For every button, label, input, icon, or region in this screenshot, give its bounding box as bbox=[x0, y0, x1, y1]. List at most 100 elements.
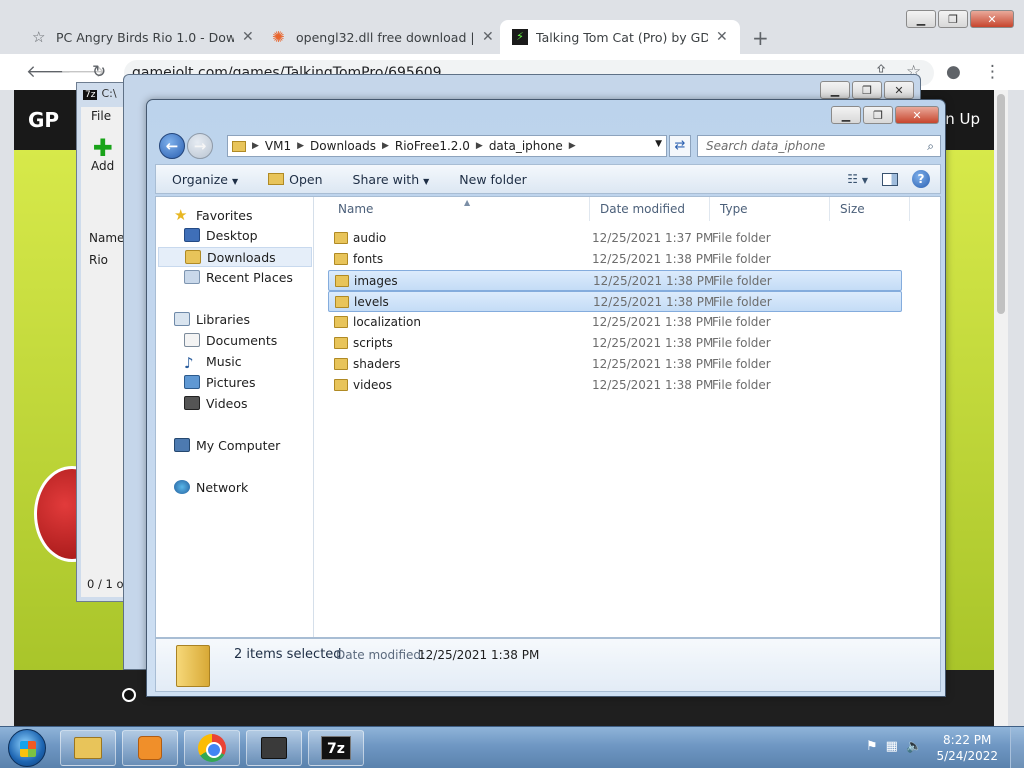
file-name: levels bbox=[354, 295, 389, 309]
help-icon[interactable]: ? bbox=[912, 170, 930, 188]
search-placeholder: Search data_iphone bbox=[706, 139, 826, 153]
volume-icon[interactable]: 🔈 bbox=[906, 739, 922, 754]
refresh-button[interactable]: ⇄ bbox=[669, 135, 691, 157]
share-with-button[interactable]: Share with ▼ bbox=[353, 172, 430, 187]
system-tray: ⚑ ▦ 🔈 bbox=[866, 739, 922, 754]
add-button[interactable]: ✚ Add bbox=[91, 136, 114, 173]
network-tray-icon[interactable]: ▦ bbox=[886, 739, 898, 754]
nav-recent-places[interactable]: Recent Places bbox=[184, 268, 293, 288]
menu-file[interactable]: File bbox=[91, 109, 111, 123]
file-date: 12/25/2021 1:38 PM bbox=[592, 336, 714, 350]
list-item[interactable]: localization 12/25/2021 1:38 PM File folde… bbox=[328, 312, 902, 333]
window-path: C:\ bbox=[101, 87, 117, 100]
search-input[interactable]: Search data_iphone ⌕ bbox=[697, 135, 941, 157]
breadcrumb-item[interactable]: VM1 bbox=[265, 139, 291, 153]
start-button[interactable] bbox=[8, 729, 46, 767]
minimize-button[interactable]: ▁ bbox=[820, 81, 850, 99]
breadcrumb[interactable]: ▶ VM1 ▶ Downloads ▶ RioFree1.2.0 ▶ data_… bbox=[227, 135, 667, 157]
profile-icon[interactable]: ● bbox=[946, 62, 961, 82]
preview-pane-icon[interactable] bbox=[882, 172, 898, 186]
reload-icon[interactable]: ↻ bbox=[92, 62, 106, 82]
taskbar-explorer[interactable] bbox=[60, 730, 116, 766]
nav-desktop[interactable]: Desktop bbox=[184, 226, 258, 246]
list-item[interactable]: images 12/25/2021 1:38 PM File folder bbox=[328, 270, 902, 291]
maximize-button[interactable]: ❐ bbox=[852, 81, 882, 99]
site-logo[interactable]: GP bbox=[28, 108, 59, 132]
chevron-down-icon: ▼ bbox=[232, 176, 239, 186]
column-header-name[interactable]: Name ▲ bbox=[328, 197, 590, 221]
chevron-right-icon[interactable]: ▶ bbox=[297, 141, 304, 151]
page-scrollbar[interactable] bbox=[994, 90, 1008, 726]
tab-title: opengl32.dll free download | DLL bbox=[296, 29, 474, 45]
nav-my-computer[interactable]: My Computer bbox=[174, 436, 280, 456]
tab-opengl[interactable]: ✺ opengl32.dll free download | DLL ✕ bbox=[260, 20, 506, 54]
nav-libraries[interactable]: Libraries bbox=[174, 310, 250, 330]
new-tab-button[interactable]: + bbox=[752, 26, 769, 50]
nav-videos[interactable]: Videos bbox=[184, 394, 248, 414]
chevron-right-icon[interactable]: ▶ bbox=[476, 141, 483, 151]
list-item[interactable]: scripts 12/25/2021 1:38 PM File folder bbox=[328, 333, 902, 354]
file-type: File folder bbox=[712, 252, 771, 266]
nav-network[interactable]: Network bbox=[174, 478, 248, 498]
clock[interactable]: 8:22 PM 5/24/2022 bbox=[936, 732, 998, 764]
file-date: 12/25/2021 1:38 PM bbox=[592, 378, 714, 392]
back-button[interactable]: ← bbox=[159, 133, 185, 159]
chevron-right-icon[interactable]: ▶ bbox=[382, 141, 389, 151]
show-desktop-button[interactable] bbox=[1010, 727, 1024, 768]
list-item[interactable]: shaders 12/25/2021 1:38 PM File folder bbox=[328, 354, 902, 375]
nav-downloads[interactable]: Downloads bbox=[158, 247, 312, 267]
taskbar-media-player[interactable] bbox=[122, 730, 178, 766]
breadcrumb-item[interactable]: Downloads bbox=[310, 139, 376, 153]
list-item[interactable]: levels 12/25/2021 1:38 PM File folder bbox=[328, 291, 902, 312]
chevron-right-icon[interactable]: ▶ bbox=[569, 141, 576, 151]
close-icon[interactable]: ✕ bbox=[482, 29, 494, 45]
breadcrumb-item[interactable]: RioFree1.2.0 bbox=[395, 139, 470, 153]
minimize-button[interactable]: ▁ bbox=[906, 10, 936, 28]
list-item[interactable]: fonts 12/25/2021 1:38 PM File folder bbox=[328, 249, 902, 270]
column-header-size[interactable]: Size bbox=[830, 197, 910, 221]
list-item[interactable]: videos 12/25/2021 1:38 PM File folder bbox=[328, 375, 902, 396]
taskbar-7zip[interactable]: 7z bbox=[308, 730, 364, 766]
close-icon[interactable]: ✕ bbox=[716, 29, 728, 45]
scrollbar-thumb[interactable] bbox=[997, 94, 1005, 314]
mouse-cursor-icon bbox=[122, 688, 136, 702]
tab-angry-birds[interactable]: ☆ PC Angry Birds Rio 1.0 - Downloa ✕ bbox=[20, 20, 266, 54]
menu-dots-icon[interactable]: ⋮ bbox=[984, 62, 1001, 82]
close-icon[interactable]: ✕ bbox=[242, 29, 254, 45]
breadcrumb-item[interactable]: data_iphone bbox=[489, 139, 563, 153]
forward-button[interactable]: → bbox=[187, 133, 213, 159]
nav-documents[interactable]: Documents bbox=[184, 331, 277, 351]
close-button[interactable]: ✕ bbox=[884, 81, 914, 99]
column-name-header[interactable]: Name bbox=[89, 231, 124, 245]
minimize-button[interactable]: ▁ bbox=[831, 106, 861, 124]
file-list: Name ▲ Date modified Type Size audio 12/2… bbox=[316, 197, 940, 637]
maximize-button[interactable]: ❐ bbox=[863, 106, 893, 124]
action-center-flag-icon[interactable]: ⚑ bbox=[866, 739, 878, 754]
explorer-window: ▁ ❐ ✕ ← → ▶ VM1 ▶ Downloads ▶ RioFree1.2… bbox=[146, 99, 946, 697]
date-modified-value: 12/25/2021 1:38 PM bbox=[418, 648, 540, 662]
close-button[interactable]: ✕ bbox=[895, 106, 939, 124]
list-item[interactable]: audio 12/25/2021 1:37 PM File folder bbox=[328, 228, 902, 249]
details-pane: 2 items selected Date modified: 12/25/20… bbox=[155, 638, 941, 692]
new-folder-button[interactable]: New folder bbox=[459, 172, 527, 187]
column-header-type[interactable]: Type bbox=[710, 197, 830, 221]
nav-pictures[interactable]: Pictures bbox=[184, 373, 256, 393]
open-button[interactable]: Open bbox=[268, 172, 323, 187]
organize-button[interactable]: Organize ▼ bbox=[172, 172, 238, 187]
close-button[interactable]: ✕ bbox=[970, 10, 1014, 28]
view-options-icon[interactable]: ☷ ▼ bbox=[847, 172, 868, 186]
taskbar-chrome[interactable] bbox=[184, 730, 240, 766]
column-header-date[interactable]: Date modified bbox=[590, 197, 710, 221]
search-icon[interactable]: ⌕ bbox=[927, 136, 934, 156]
tab-talking-tom[interactable]: ⚡ Talking Tom Cat (Pro) by GDGC - ✕ bbox=[500, 20, 740, 54]
chevron-right-icon[interactable]: ▶ bbox=[252, 141, 259, 151]
chevron-down-icon[interactable]: ▼ bbox=[655, 139, 662, 149]
nav-favorites[interactable]: ★ Favorites bbox=[174, 205, 252, 225]
taskbar-vm-manager[interactable] bbox=[246, 730, 302, 766]
window-controls: ▁ ❐ ✕ bbox=[831, 106, 939, 124]
maximize-button[interactable]: ❐ bbox=[938, 10, 968, 28]
nav-music[interactable]: ♪ Music bbox=[184, 352, 242, 372]
sign-up-link[interactable]: n Up bbox=[945, 110, 980, 128]
file-name: audio bbox=[353, 231, 387, 245]
archive-row[interactable]: Rio bbox=[89, 253, 108, 267]
